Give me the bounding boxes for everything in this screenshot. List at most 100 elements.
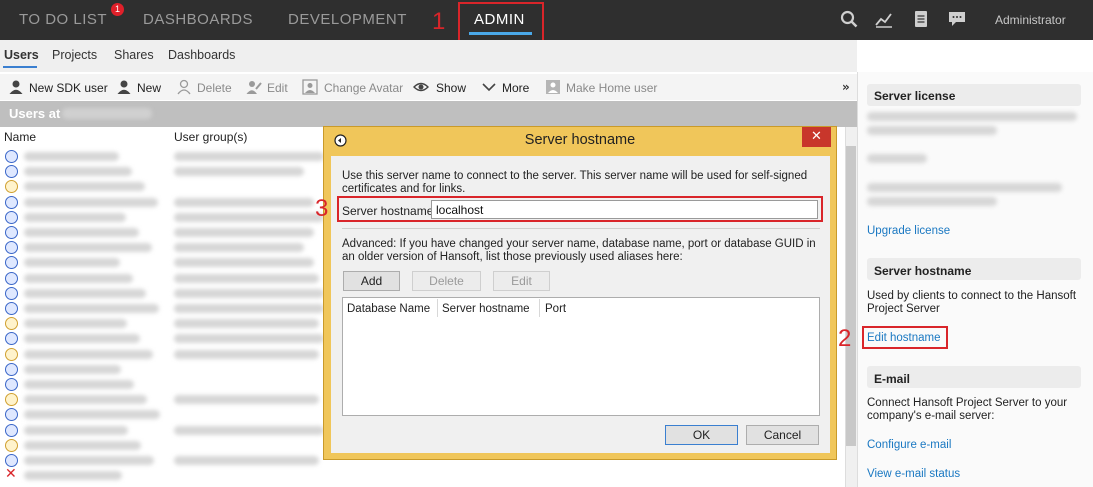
- highlight-admin-box: [458, 2, 544, 44]
- redacted-user-group: [174, 304, 324, 313]
- redacted-user-name: [24, 319, 127, 329]
- eye-icon: [413, 82, 429, 92]
- redacted-user-name: [24, 197, 158, 207]
- grid-column-port[interactable]: Port: [545, 303, 566, 315]
- column-header-user-groups[interactable]: User group(s): [174, 130, 247, 144]
- redacted-license-date: [867, 154, 927, 163]
- show-button[interactable]: Show: [436, 81, 466, 95]
- highlight-hostname-field-box: [337, 196, 823, 222]
- tab-users-indicator: [3, 66, 37, 68]
- email-description: Connect Hansoft Project Server to your c…: [867, 397, 1068, 422]
- tab-users[interactable]: Users: [4, 48, 39, 62]
- redacted-user-group: [174, 197, 314, 207]
- redacted-user-group: [174, 228, 314, 237]
- redacted-user-group: [174, 334, 324, 344]
- server-hostname-title: Server hostname: [874, 264, 972, 278]
- redacted-user-name: [24, 243, 152, 253]
- view-email-status-link[interactable]: View e-mail status: [867, 468, 960, 480]
- redacted-license-text-4: [867, 197, 997, 206]
- annotation-step-3: 3: [315, 195, 329, 222]
- delete-user-icon: [177, 79, 191, 95]
- disabled-user-icon: ✕: [5, 466, 17, 483]
- new-sdk-user-icon: [9, 80, 23, 94]
- redacted-user-name: [24, 228, 139, 237]
- tab-projects[interactable]: Projects: [52, 48, 97, 62]
- grid-column-server-hostname[interactable]: Server hostname: [442, 303, 530, 315]
- home-user-icon: [546, 80, 560, 94]
- tab-dashboards[interactable]: Dashboards: [168, 48, 235, 62]
- redacted-user-name: [24, 395, 147, 405]
- grid-column-database-name[interactable]: Database Name: [347, 303, 430, 315]
- annotation-step-1: 1: [432, 8, 446, 35]
- redacted-user-name: [24, 258, 120, 268]
- redacted-user-group: [174, 258, 314, 268]
- nav-development[interactable]: DEVELOPMENT: [288, 11, 407, 28]
- redacted-user-name: [24, 212, 126, 222]
- new-sdk-user-button[interactable]: New SDK user: [29, 81, 108, 95]
- redacted-user-name: [24, 288, 146, 298]
- avatar-icon: [302, 79, 318, 95]
- chat-icon[interactable]: [948, 10, 966, 28]
- user-avatar-icon: [5, 150, 18, 163]
- redacted-license-text-2: [867, 126, 997, 135]
- dialog-close-button[interactable]: ✕: [802, 127, 831, 147]
- search-icon[interactable]: [840, 10, 858, 28]
- redacted-user-name: [24, 349, 153, 359]
- redacted-user-name: [24, 152, 119, 161]
- nav-dashboards[interactable]: DASHBOARDS: [143, 11, 253, 28]
- make-home-user-button[interactable]: Make Home user: [566, 81, 657, 95]
- edit-user-button[interactable]: Edit: [267, 81, 288, 95]
- cancel-button[interactable]: Cancel: [746, 425, 819, 445]
- current-user-name[interactable]: Administrator: [995, 13, 1066, 27]
- redacted-user-group: [174, 152, 324, 161]
- dialog-title: Server hostname: [524, 132, 636, 148]
- redacted-user-name: [24, 410, 160, 420]
- change-avatar-button[interactable]: Change Avatar: [324, 81, 403, 95]
- delete-alias-button[interactable]: Delete: [412, 271, 481, 291]
- grid-column-separator: [437, 299, 438, 317]
- user-avatar-icon: [5, 271, 18, 285]
- user-avatar-icon: [5, 362, 18, 376]
- user-avatar-icon: [5, 286, 18, 300]
- server-hostname-description: Used by clients to connect to the Hansof…: [867, 290, 1077, 315]
- redacted-user-group: [174, 349, 319, 359]
- new-user-button[interactable]: New: [137, 81, 161, 95]
- users-section-title: Users at: [9, 106, 61, 121]
- column-header-name[interactable]: Name: [4, 130, 36, 144]
- upgrade-license-link[interactable]: Upgrade license: [867, 225, 950, 237]
- redacted-user-group: [174, 212, 324, 222]
- ok-button[interactable]: OK: [665, 425, 738, 445]
- more-button[interactable]: More: [502, 81, 529, 95]
- document-icon[interactable]: [912, 10, 930, 28]
- redacted-user-group: [174, 167, 304, 177]
- redacted-user-group: [174, 288, 324, 298]
- user-avatar-icon: [5, 378, 18, 391]
- user-avatar-icon: [5, 195, 18, 209]
- redacted-user-group: [174, 425, 324, 435]
- redacted-license-text-3: [867, 183, 1062, 192]
- redacted-user-group: [174, 456, 319, 465]
- nav-todo-list[interactable]: TO DO LIST: [19, 11, 107, 28]
- redacted-user-name: [24, 304, 159, 313]
- delete-user-button[interactable]: Delete: [197, 81, 232, 95]
- redacted-user-name: [24, 273, 133, 283]
- chevron-down-icon: [482, 83, 496, 92]
- chart-icon[interactable]: [875, 10, 893, 28]
- highlight-edit-hostname-box: [862, 326, 948, 349]
- users-list-scroll-thumb[interactable]: [846, 146, 856, 446]
- configure-email-link[interactable]: Configure e-mail: [867, 439, 951, 451]
- redacted-license-text-1: [867, 112, 1077, 121]
- user-avatar-icon: [5, 423, 18, 437]
- grid-column-separator: [539, 299, 540, 317]
- edit-alias-button[interactable]: Edit: [493, 271, 550, 291]
- toolbar-overflow-button[interactable]: »: [842, 80, 850, 94]
- dialog-advanced-text: Advanced: If you have changed your serve…: [342, 238, 816, 263]
- tab-shares[interactable]: Shares: [114, 48, 154, 62]
- redacted-user-group: [174, 395, 319, 405]
- redacted-user-name: [24, 167, 132, 177]
- add-alias-button[interactable]: Add: [343, 271, 400, 291]
- user-avatar-icon: [5, 302, 18, 315]
- server-license-title: Server license: [874, 89, 956, 103]
- user-avatar-icon: [5, 210, 18, 224]
- redacted-user-name: [24, 182, 145, 192]
